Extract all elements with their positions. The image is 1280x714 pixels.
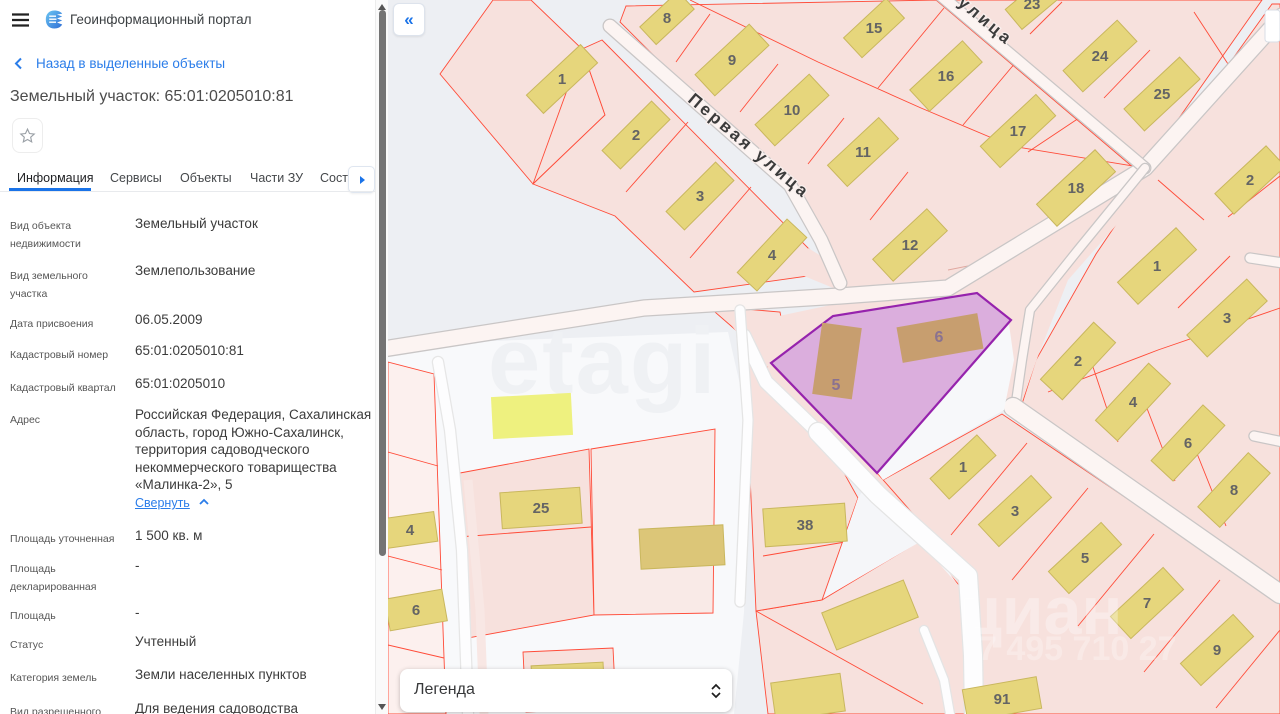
- svg-text:25: 25: [533, 500, 550, 517]
- svg-text:3: 3: [1223, 310, 1231, 327]
- svg-text:1: 1: [959, 459, 967, 476]
- svg-text:11: 11: [855, 144, 871, 161]
- svg-text:8: 8: [1230, 482, 1238, 499]
- svg-text:38: 38: [797, 517, 814, 534]
- svg-text:6: 6: [412, 602, 420, 619]
- svg-text:25: 25: [1154, 86, 1171, 103]
- svg-text:6: 6: [1184, 435, 1192, 452]
- svg-text:9: 9: [728, 52, 736, 69]
- svg-text:3: 3: [1011, 503, 1019, 520]
- svg-text:2: 2: [632, 127, 640, 144]
- svg-text:3: 3: [696, 188, 704, 205]
- svg-text:12: 12: [902, 237, 919, 254]
- svg-text:5: 5: [1081, 550, 1089, 567]
- svg-text:4: 4: [768, 247, 777, 264]
- svg-text:1: 1: [1153, 258, 1161, 275]
- svg-text:4: 4: [1129, 394, 1138, 411]
- svg-text:23: 23: [1024, 0, 1041, 13]
- svg-text:10: 10: [784, 102, 801, 119]
- svg-text:7 495 710 27: 7 495 710 27: [978, 630, 1177, 668]
- svg-text:5: 5: [832, 377, 841, 394]
- svg-text:17: 17: [1010, 123, 1027, 140]
- svg-text:7: 7: [1143, 595, 1151, 612]
- svg-text:4: 4: [406, 522, 415, 539]
- svg-text:18: 18: [1068, 180, 1085, 197]
- svg-text:15: 15: [866, 20, 883, 37]
- svg-text:9: 9: [1213, 642, 1221, 659]
- svg-text:8: 8: [663, 10, 671, 27]
- svg-text:2: 2: [1074, 353, 1082, 370]
- svg-text:6: 6: [935, 329, 944, 346]
- svg-text:91: 91: [994, 691, 1011, 708]
- svg-text:2: 2: [1246, 172, 1254, 189]
- svg-text:16: 16: [938, 68, 955, 85]
- svg-text:24: 24: [1092, 48, 1109, 65]
- svg-text:1: 1: [558, 71, 566, 88]
